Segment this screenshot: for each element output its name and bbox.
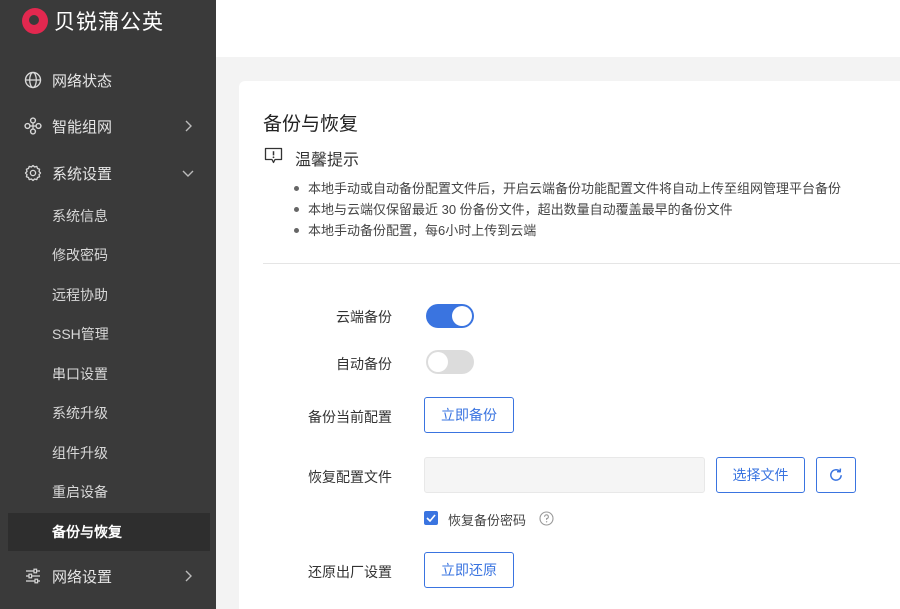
sidebar-subitem-label: 重启设备 [52, 484, 108, 500]
sidebar-subitem-label: 备份与恢复 [52, 524, 122, 540]
sidebar-item-label: 智能组网 [52, 118, 113, 136]
sidebar: 贝锐蒲公英 网络状态 智能组网 系统设置 系统信息 修改密码 远程协助 SSH管… [0, 0, 216, 609]
cloud-backup-toggle[interactable] [426, 304, 474, 328]
auto-backup-toggle[interactable] [426, 350, 474, 374]
brand-name: 贝锐蒲公英 [54, 11, 164, 34]
globe-icon [24, 71, 42, 89]
backup-current-label: 备份当前配置 [308, 409, 392, 425]
sidebar-subitem-label: SSH管理 [52, 326, 109, 342]
sidebar-subitem-remote-assist[interactable]: 远程协助 [8, 276, 210, 314]
info-alert-icon [264, 147, 283, 164]
gear-icon [24, 164, 42, 182]
choose-file-button[interactable]: 选择文件 [716, 457, 805, 493]
cloud-backup-label: 云端备份 [336, 309, 392, 325]
sidebar-subitem-label: 远程协助 [52, 287, 108, 303]
backup-now-button[interactable]: 立即备份 [424, 397, 514, 433]
sidebar-item-network-status[interactable]: 网络状态 [0, 60, 216, 100]
chevron-down-icon [182, 167, 194, 179]
restore-file-input[interactable] [424, 457, 705, 493]
restore-password-checkbox[interactable] [424, 511, 438, 525]
sidebar-subitem-reboot[interactable]: 重启设备 [8, 473, 210, 511]
sidebar-subitem-label: 串口设置 [52, 366, 108, 382]
sliders-icon [24, 567, 42, 585]
top-bar [216, 0, 900, 57]
sidebar-subitem-label: 修改密码 [52, 247, 108, 263]
sidebar-subitem-label: 组件升级 [52, 445, 108, 461]
sidebar-item-label: 系统设置 [52, 165, 113, 183]
sidebar-subitem-system-upgrade[interactable]: 系统升级 [8, 394, 210, 432]
sidebar-subitem-serial-port[interactable]: 串口设置 [8, 355, 210, 393]
refresh-icon [828, 467, 844, 483]
network-nodes-icon [24, 117, 42, 135]
sidebar-subitem-label: 系统升级 [52, 405, 108, 421]
help-icon[interactable] [539, 511, 554, 526]
reset-now-button[interactable]: 立即还原 [424, 552, 514, 588]
divider [263, 263, 900, 264]
sidebar-subitem-change-password[interactable]: 修改密码 [8, 236, 210, 274]
chevron-right-icon [182, 570, 194, 582]
toggle-knob [452, 306, 472, 326]
sidebar-subitem-ssh[interactable]: SSH管理 [8, 315, 210, 353]
toggle-knob [428, 352, 448, 372]
restore-file-label: 恢复配置文件 [308, 469, 392, 485]
tips-list: 本地手动或自动备份配置文件后，开启云端备份功能配置文件将自动上传至组网管理平台备… [293, 178, 841, 241]
chevron-right-icon [182, 120, 194, 132]
sidebar-subitem-label: 系统信息 [52, 208, 108, 224]
sidebar-subitem-backup-restore[interactable]: 备份与恢复 [8, 513, 210, 551]
sidebar-item-label: 网络状态 [52, 72, 113, 90]
restore-password-label: 恢复备份密码 [448, 513, 527, 528]
auto-backup-label: 自动备份 [336, 356, 392, 372]
sidebar-subitem-component-upgrade[interactable]: 组件升级 [8, 434, 210, 472]
logo-icon [22, 8, 48, 34]
tip-item: 本地手动备份配置，每6小时上传到云端 [293, 220, 841, 241]
tip-title: 温馨提示 [295, 152, 360, 169]
tip-item: 本地与云端仅保留最近 30 份备份文件，超出数量自动覆盖最早的备份文件 [293, 199, 841, 220]
sidebar-subitem-system-info[interactable]: 系统信息 [8, 197, 210, 235]
refresh-button[interactable] [816, 457, 856, 493]
brand-logo: 贝锐蒲公英 [22, 8, 164, 34]
sidebar-item-label: 网络设置 [52, 568, 113, 586]
page-title: 备份与恢复 [263, 114, 359, 135]
sidebar-item-smart-networking[interactable]: 智能组网 [0, 106, 216, 146]
sidebar-item-system-settings[interactable]: 系统设置 [0, 153, 216, 193]
tip-item: 本地手动或自动备份配置文件后，开启云端备份功能配置文件将自动上传至组网管理平台备… [293, 178, 841, 199]
factory-reset-label: 还原出厂设置 [308, 564, 392, 580]
sidebar-item-network-settings[interactable]: 网络设置 [0, 556, 216, 596]
check-icon [426, 514, 436, 522]
